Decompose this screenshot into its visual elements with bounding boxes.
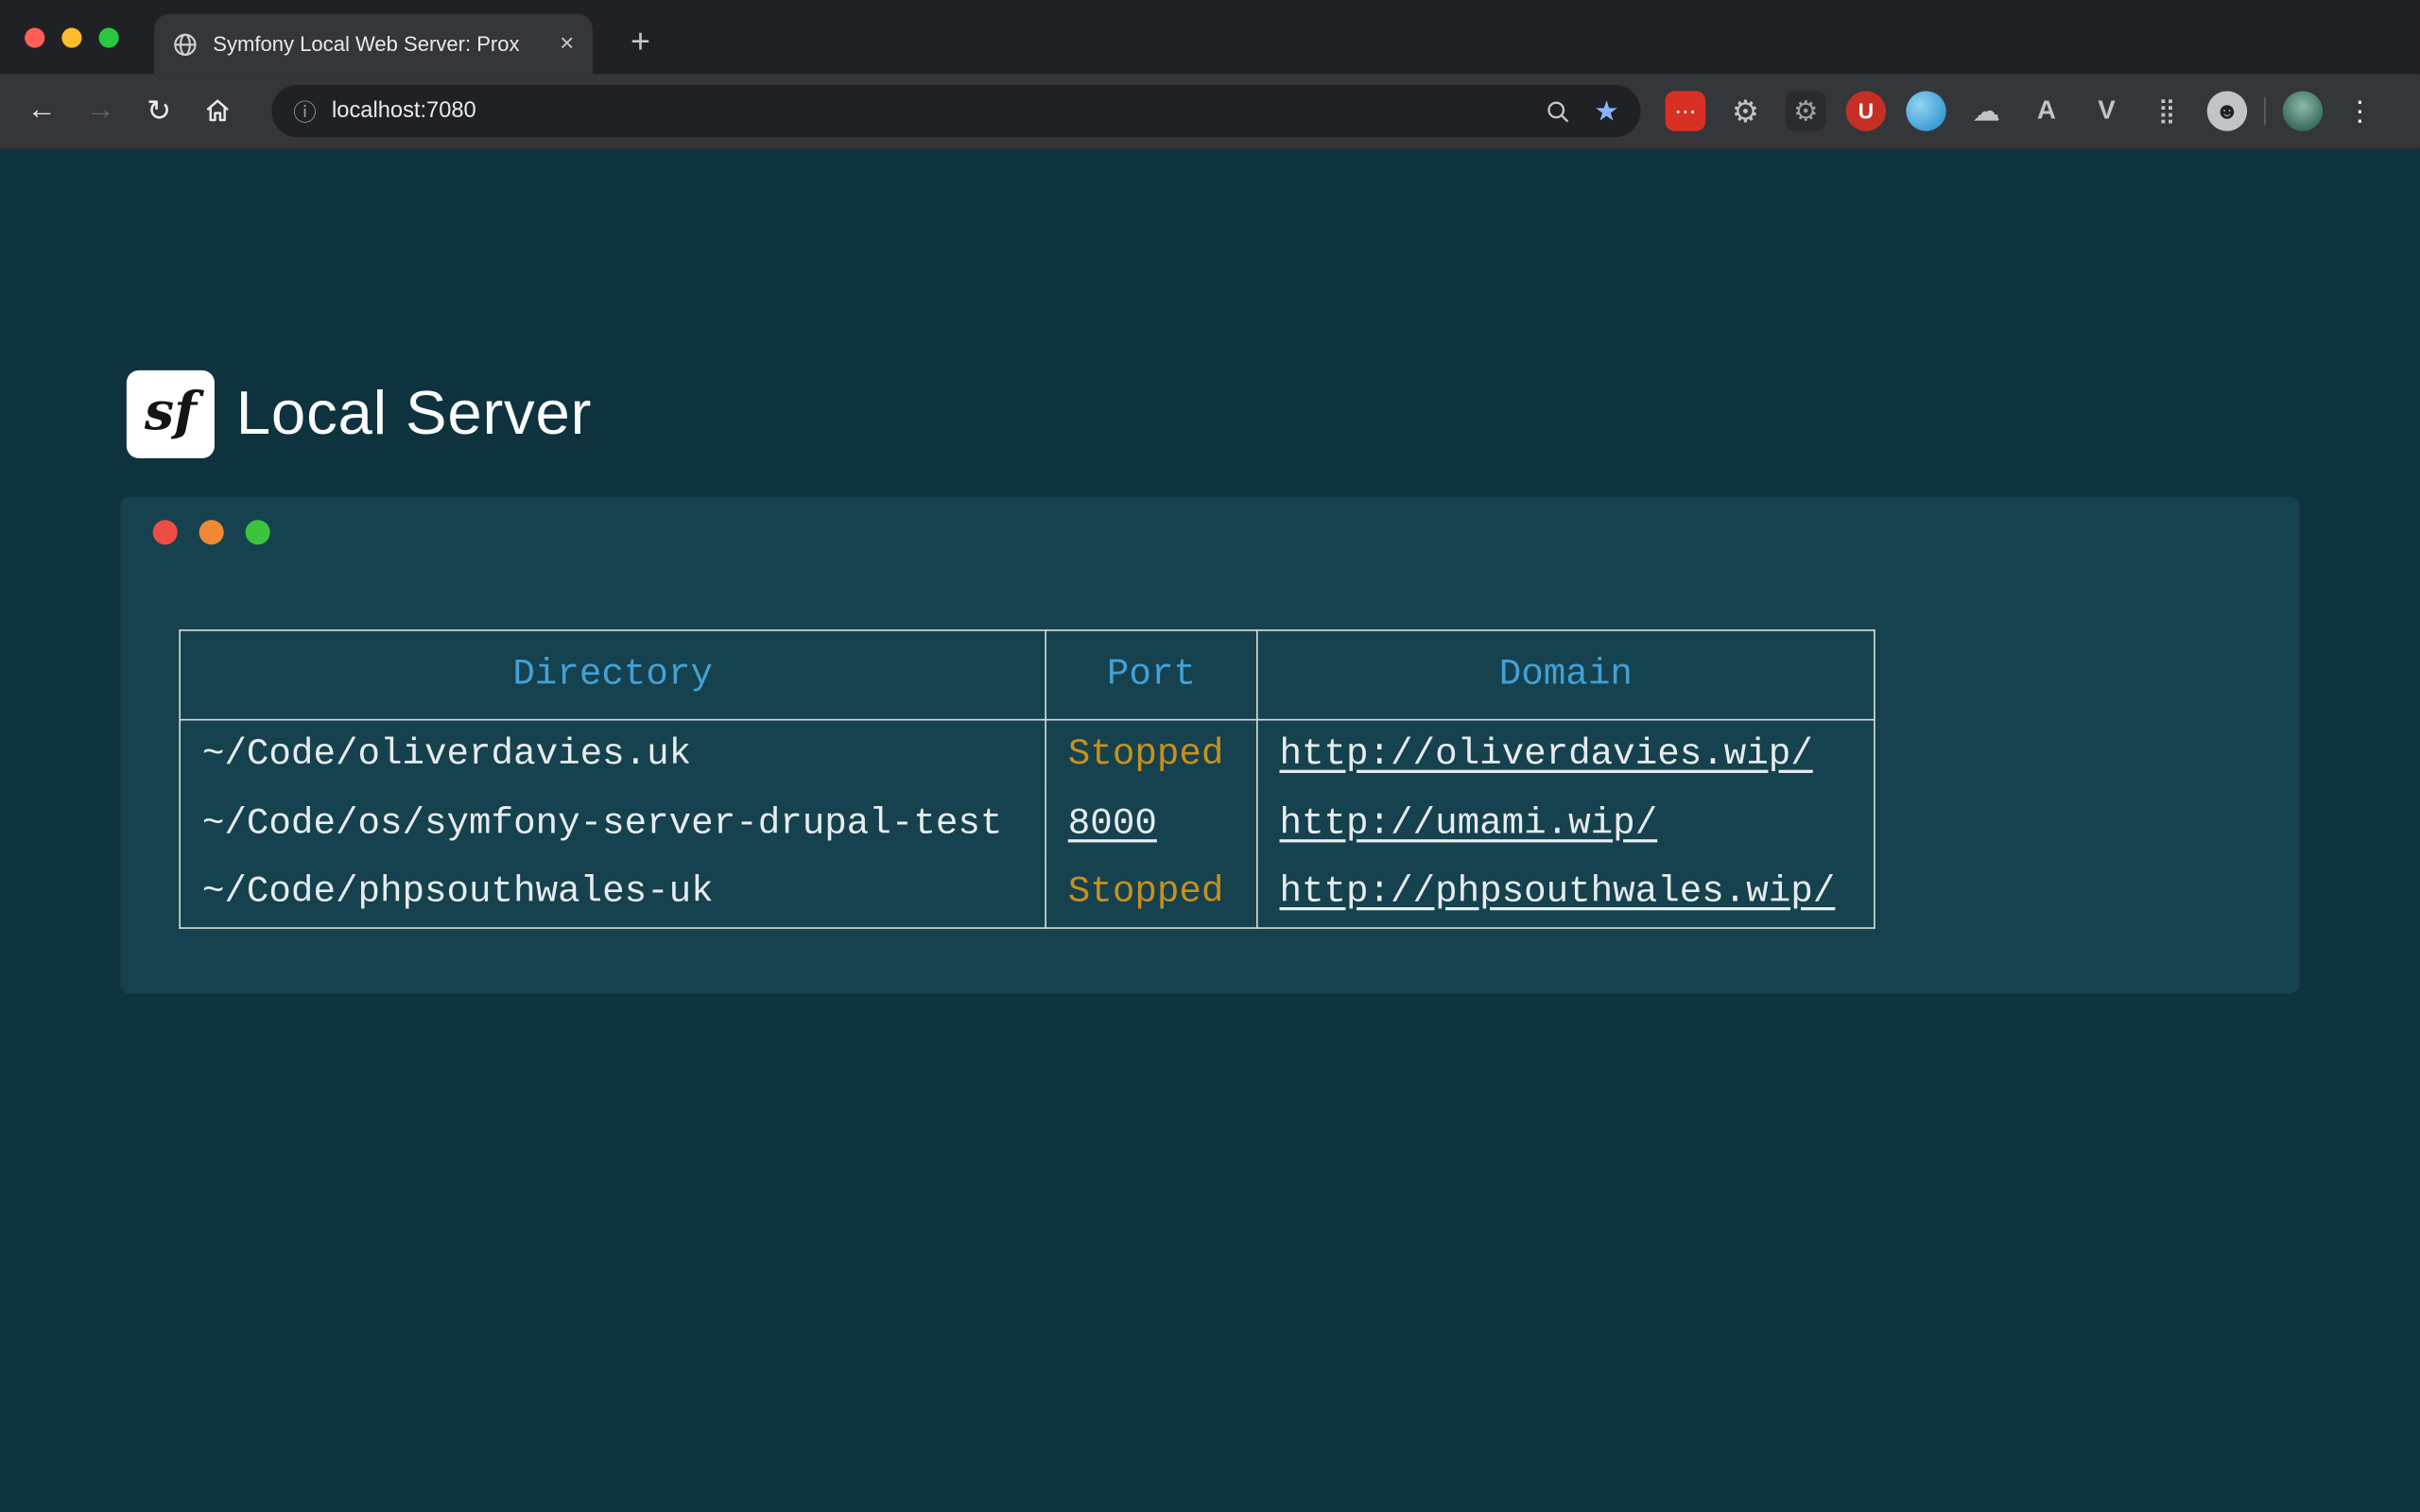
domain-link[interactable]: http://phpsouthwales.wip/ <box>1279 872 1835 914</box>
tab-title: Symfony Local Web Server: Prox <box>213 32 547 55</box>
home-button[interactable] <box>191 85 244 138</box>
window-controls <box>25 0 119 74</box>
extension-letter-v-icon[interactable]: V <box>2086 91 2126 130</box>
panel-red-dot <box>153 520 178 544</box>
symfony-logo-glyph: sf <box>145 380 197 441</box>
url-text: localhost:7080 <box>332 98 476 123</box>
browser-window: Symfony Local Web Server: Prox × + ← → ↻… <box>0 0 2420 1512</box>
status-stopped: Stopped <box>1068 734 1224 776</box>
extension-octocat-icon[interactable]: ☻ <box>2207 91 2247 130</box>
extension-dots-grid-icon[interactable]: ⣿ <box>2147 91 2187 130</box>
extension-letter-a-icon[interactable]: A <box>2027 91 2066 130</box>
table-row: ~/Code/os/symfony-server-drupal-test 800… <box>180 789 1875 858</box>
domain-link[interactable]: http://umami.wip/ <box>1279 803 1657 845</box>
domain-cell: http://oliverdavies.wip/ <box>1257 720 1875 789</box>
extension-cloud-icon[interactable]: ☁ <box>1966 91 2006 130</box>
terminal-panel: Directory Port Domain ~/Code/oliverdavie… <box>120 497 2299 994</box>
status-stopped: Stopped <box>1068 872 1224 914</box>
profile-avatar[interactable] <box>2283 91 2323 130</box>
header-directory: Directory <box>180 630 1046 720</box>
port-cell: 8000 <box>1046 789 1257 858</box>
minimize-window-button[interactable] <box>61 27 81 47</box>
extensions-bar: ⋯ ⚙ ⚙ U ☁ A V ⣿ ☻ <box>1666 91 2248 130</box>
domain-cell: http://phpsouthwales.wip/ <box>1257 859 1875 928</box>
address-bar[interactable]: ⓘ localhost:7080 ★ <box>271 85 1640 138</box>
bookmark-star-icon[interactable]: ★ <box>1594 94 1618 127</box>
browser-menu-icon[interactable]: ⋮ <box>2342 94 2378 127</box>
forward-button[interactable]: → <box>74 85 127 138</box>
tab-strip: Symfony Local Web Server: Prox × + <box>0 0 2420 74</box>
panel-green-dot <box>246 520 270 544</box>
back-button[interactable]: ← <box>15 85 68 138</box>
table-row: ~/Code/phpsouthwales-uk Stopped http://p… <box>180 859 1875 928</box>
table-header-row: Directory Port Domain <box>180 630 1875 720</box>
port-link[interactable]: 8000 <box>1068 803 1157 845</box>
extension-red-dots-icon[interactable]: ⋯ <box>1666 91 1705 130</box>
directory-cell: ~/Code/phpsouthwales-uk <box>180 859 1046 928</box>
extension-gear-icon[interactable]: ⚙ <box>1725 91 1765 130</box>
directory-cell: ~/Code/oliverdavies.uk <box>180 720 1046 789</box>
extension-dark-gear-icon[interactable]: ⚙ <box>1786 91 1825 130</box>
domain-link[interactable]: http://oliverdavies.wip/ <box>1279 734 1812 776</box>
site-info-icon[interactable]: ⓘ <box>293 94 317 127</box>
browser-tab[interactable]: Symfony Local Web Server: Prox × <box>154 14 593 75</box>
close-window-button[interactable] <box>25 27 44 47</box>
page-content: sf Local Server Directory Port Domain <box>0 149 2420 1512</box>
port-cell: Stopped <box>1046 720 1257 789</box>
page-title: Local Server <box>236 380 592 449</box>
table-row: ~/Code/oliverdavies.uk Stopped http://ol… <box>180 720 1875 789</box>
browser-toolbar: ← → ↻ ⓘ localhost:7080 ★ ⋯ ⚙ ⚙ U <box>0 74 2420 149</box>
globe-favicon-icon <box>173 31 198 56</box>
header-domain: Domain <box>1257 630 1875 720</box>
zoom-icon[interactable] <box>1543 96 1572 126</box>
directory-cell: ~/Code/os/symfony-server-drupal-test <box>180 789 1046 858</box>
header-port: Port <box>1046 630 1257 720</box>
panel-window-dots <box>153 520 270 544</box>
new-tab-button[interactable]: + <box>617 19 664 65</box>
extension-ublock-icon[interactable]: U <box>1846 91 1886 130</box>
panel-orange-dot <box>199 520 224 544</box>
domain-cell: http://umami.wip/ <box>1257 789 1875 858</box>
symfony-logo: sf <box>127 370 215 458</box>
tab-close-icon[interactable]: × <box>560 30 574 58</box>
brand-header: sf Local Server <box>127 370 592 458</box>
port-cell: Stopped <box>1046 859 1257 928</box>
extension-blue-circle-icon[interactable] <box>1906 91 1945 130</box>
reload-button[interactable]: ↻ <box>132 85 185 138</box>
toolbar-divider <box>2264 97 2266 125</box>
servers-table: Directory Port Domain ~/Code/oliverdavie… <box>179 629 1875 929</box>
fullscreen-window-button[interactable] <box>98 27 118 47</box>
